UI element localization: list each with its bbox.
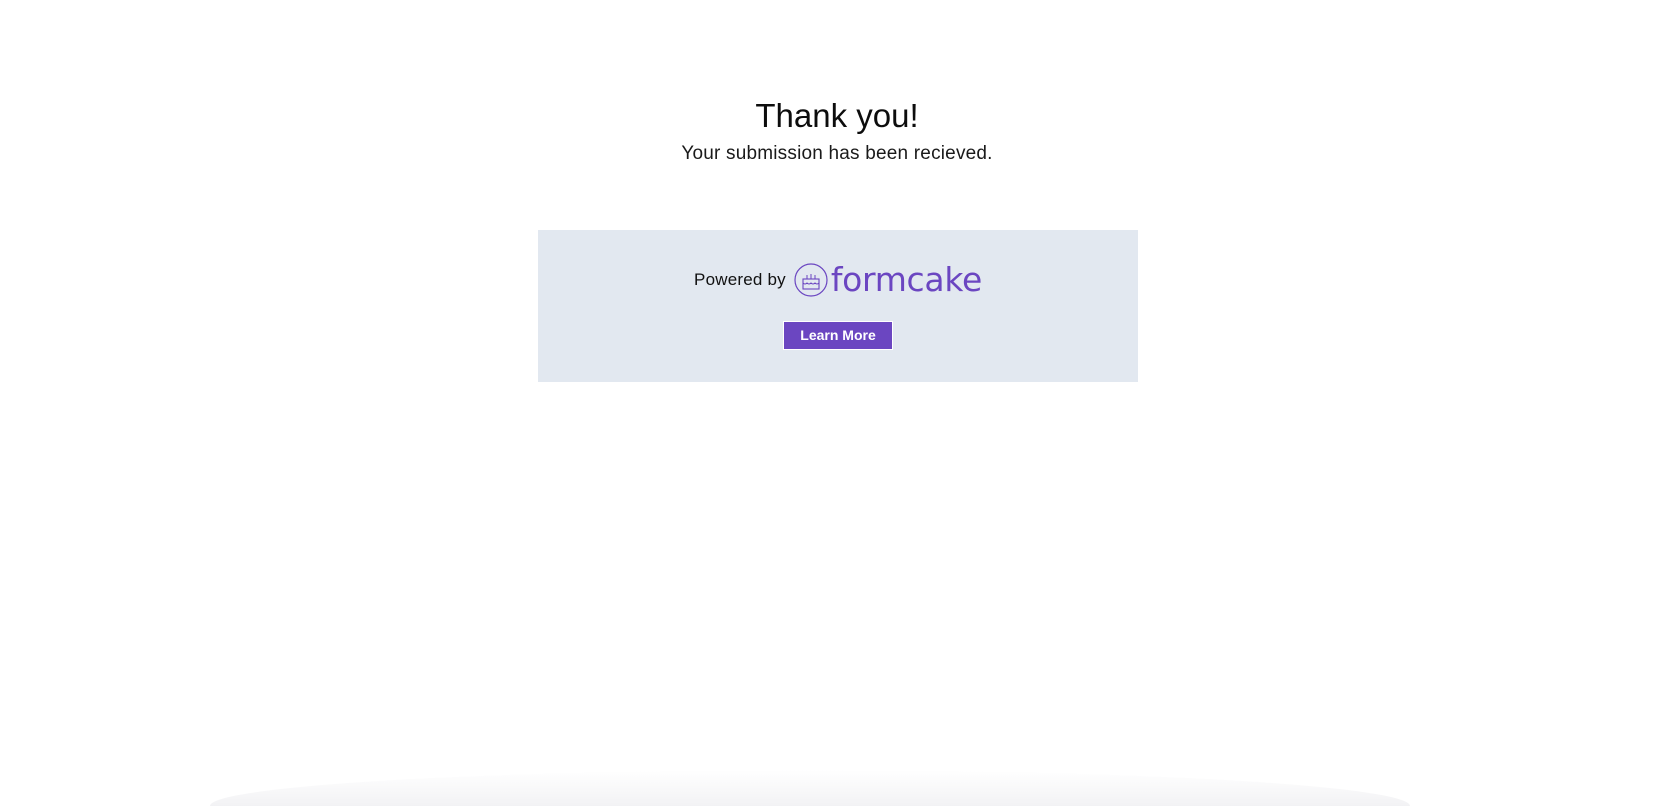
submission-message: Your submission has been recieved.	[681, 143, 993, 164]
formcake-logo[interactable]: formcake	[794, 262, 982, 298]
cake-icon	[794, 263, 828, 297]
learn-more-button[interactable]: Learn More	[783, 321, 893, 350]
powered-by-banner: Powered by formcake Learn More	[538, 230, 1138, 382]
page-title: Thank you!	[755, 97, 919, 134]
bottom-shadow	[210, 770, 1410, 806]
powered-by-label: Powered by	[694, 270, 786, 289]
confirmation-page: Thank you! Your submission has been reci…	[0, 0, 1674, 806]
brand-name: formcake	[830, 260, 982, 299]
powered-by-row: Powered by formcake	[538, 262, 1138, 298]
